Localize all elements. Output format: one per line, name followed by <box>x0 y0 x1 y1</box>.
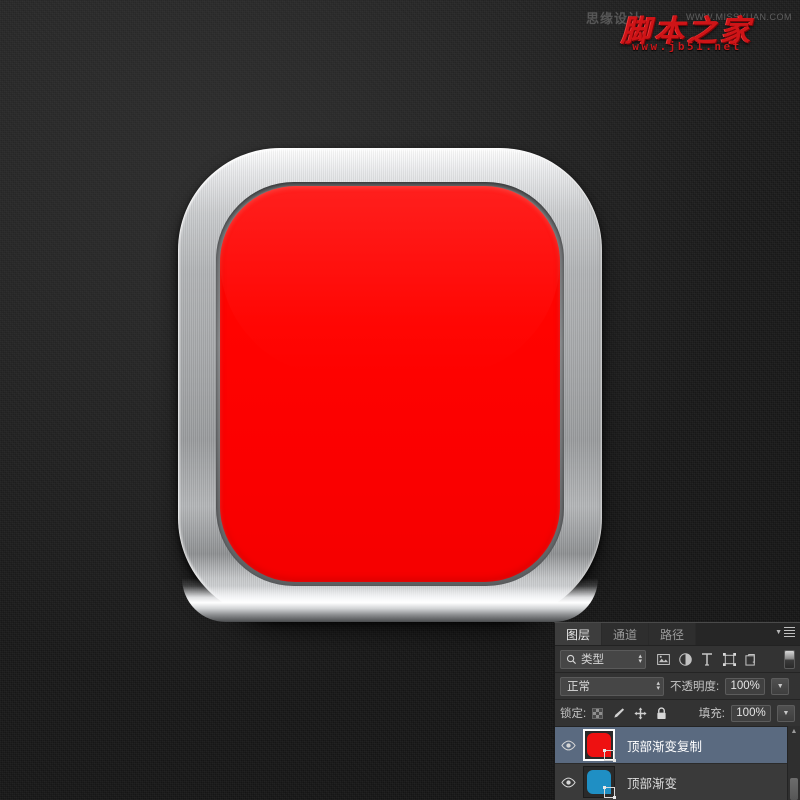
opacity-value[interactable]: 100% <box>725 677 766 695</box>
layer-row-top-gradient-copy[interactable]: 顶部渐变复制 <box>555 727 800 764</box>
tab-layers[interactable]: 图层 <box>555 623 603 645</box>
filter-type-label: 类型 <box>581 654 604 666</box>
stepper-icon[interactable]: ▴ ▾ <box>635 653 642 665</box>
layers-list: 顶部渐变复制 顶部渐变 <box>555 727 800 800</box>
smart-object-filter-icon[interactable] <box>744 652 758 666</box>
blend-mode-value: 正常 <box>567 681 590 693</box>
type-layer-filter-icon[interactable] <box>700 652 714 666</box>
fill-value[interactable]: 100% <box>731 704 771 722</box>
layer-thumbnail[interactable] <box>583 766 616 799</box>
lock-fill-row: 锁定: 填充: 100% ▼ <box>555 700 800 727</box>
opacity-label: 不透明度: <box>670 681 720 693</box>
panel-menu-icon[interactable]: ▼ <box>775 627 795 637</box>
layer-thumbnail[interactable] <box>583 729 616 762</box>
tab-layers-label: 图层 <box>566 627 591 642</box>
layer-name-label: 顶部渐变复制 <box>627 739 703 754</box>
metal-bezel-red-app-icon <box>178 148 602 626</box>
layers-panel: 图层 通道 路径 ▼ 类型 ▴ ▾ 正常 ▴ ▾ 不透明度: 100% ▼ 锁定… <box>554 622 800 800</box>
tab-channels[interactable]: 通道 <box>602 623 650 645</box>
filter-icon-group <box>656 652 758 666</box>
layer-name-label: 顶部渐变 <box>627 776 678 791</box>
lock-position-icon[interactable] <box>634 706 647 720</box>
layer-filter-row: 类型 ▴ ▾ <box>555 646 800 673</box>
blend-mode-dropdown[interactable]: 正常 ▴ ▾ <box>560 676 664 696</box>
stepper-icon[interactable]: ▴ ▾ <box>653 680 660 692</box>
tab-channels-label: 通道 <box>613 627 638 642</box>
layer-row-top-gradient[interactable]: 顶部渐变 <box>555 764 800 800</box>
lock-all-icon[interactable] <box>656 706 667 720</box>
eye-icon[interactable] <box>559 777 577 788</box>
fill-dropdown-button[interactable]: ▼ <box>777 704 795 722</box>
adjustment-layer-filter-icon[interactable] <box>678 652 692 666</box>
icon-red-face <box>220 186 560 582</box>
pixel-layer-filter-icon[interactable] <box>656 652 670 666</box>
tab-paths[interactable]: 路径 <box>649 623 697 645</box>
watermark-url-text: www.jb51.net <box>632 40 742 53</box>
filter-enable-toggle[interactable] <box>784 649 795 669</box>
hamburger-icon <box>784 627 795 637</box>
layers-scrollbar[interactable]: ▲ <box>787 726 800 800</box>
lock-label: 锁定: <box>560 708 587 720</box>
watermark: 思缘设计 WWW.MISSYUAN.COM 脚本之家 www.jb51.net <box>582 2 792 58</box>
filter-type-dropdown[interactable]: 类型 ▴ ▾ <box>560 649 646 669</box>
lock-image-pixels-icon[interactable] <box>612 707 625 720</box>
scrollbar-thumb[interactable] <box>790 778 798 800</box>
eye-icon[interactable] <box>559 740 577 751</box>
vector-mask-badge-icon <box>603 786 616 799</box>
opacity-dropdown-button[interactable]: ▼ <box>771 677 790 695</box>
fill-label: 填充: <box>698 708 725 720</box>
layer-thumbnail-shape <box>587 733 616 762</box>
lock-icon-group <box>592 706 667 720</box>
panel-tab-bar: 图层 通道 路径 ▼ <box>555 623 800 646</box>
layer-thumbnail-shape <box>587 770 616 799</box>
lock-transparent-pixels-icon[interactable] <box>592 707 604 719</box>
chevron-down-icon: ▼ <box>775 628 782 636</box>
scroll-up-arrow-icon[interactable]: ▲ <box>788 726 800 737</box>
shape-layer-filter-icon[interactable] <box>722 652 736 666</box>
tab-paths-label: 路径 <box>660 627 685 642</box>
vector-mask-badge-icon <box>603 749 616 762</box>
blend-opacity-row: 正常 ▴ ▾ 不透明度: 100% ▼ <box>555 673 800 700</box>
search-icon <box>566 654 577 665</box>
